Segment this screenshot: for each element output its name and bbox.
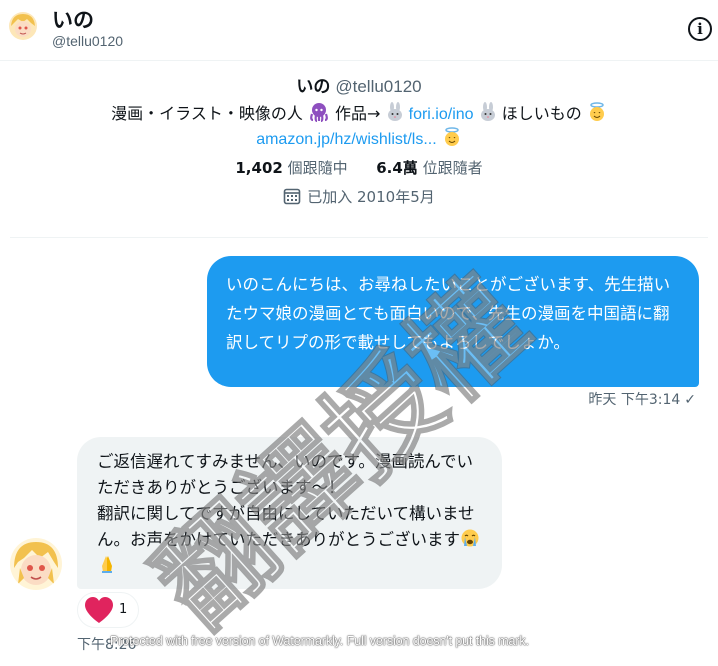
sent-time-text: 昨天 下午3:14 bbox=[588, 392, 681, 408]
calendar-icon bbox=[283, 188, 301, 205]
info-icon[interactable]: i bbox=[688, 17, 712, 41]
conversation-header: いの @tellu0120 i bbox=[0, 0, 718, 60]
angel-face-icon bbox=[444, 127, 459, 146]
profile-bio-line2: amazon.jp/hz/wishlist/ls... bbox=[0, 127, 718, 149]
profile-handle: @tellu0120 bbox=[335, 77, 422, 96]
read-check-icon: ✓ bbox=[684, 392, 696, 408]
sent-message-text: いのこんにちは、お尋ねしたいことがございます、先生描いたウマ娘の漫画とても面白い… bbox=[226, 275, 671, 352]
following-label: 個跟隨中 bbox=[287, 159, 348, 177]
reaction-badge[interactable]: 1 bbox=[77, 592, 139, 628]
joined-date: 已加入 2010年5月 bbox=[307, 188, 435, 206]
bio-text: 漫画・イラスト・映像の人 bbox=[111, 104, 303, 123]
bio-link-fori[interactable]: fori.io/ino bbox=[409, 106, 474, 123]
received-message-line2: 翻訳に関してですが自由にしていただいて構いません。お声をかけていただきありがとう… bbox=[97, 501, 487, 579]
loudly-crying-face-icon bbox=[461, 529, 479, 547]
reaction-count: 1 bbox=[119, 602, 128, 617]
divider bbox=[0, 60, 718, 61]
divider bbox=[10, 237, 708, 238]
received-message-text: 翻訳に関してですが自由にしていただいて構いません。お声をかけていただきありがとう… bbox=[97, 504, 475, 549]
folded-hands-icon bbox=[102, 556, 112, 573]
header-handle: @tellu0120 bbox=[52, 33, 124, 49]
sent-message-bubble[interactable]: いのこんにちは、お尋ねしたいことがございます、先生描いたウマ娘の漫画とても面白い… bbox=[207, 256, 699, 387]
following-count: 1,402 bbox=[235, 159, 283, 177]
followers-link[interactable]: 6.4萬 位跟隨者 bbox=[376, 159, 482, 177]
rabbit-icon bbox=[480, 102, 495, 121]
received-message-line1: ご返信遅れてすみません、いのです。漫画読んでいただきありがとうございます～！ bbox=[97, 452, 474, 497]
sent-message-time: 昨天 下午3:14 ✓ bbox=[588, 389, 696, 409]
profile-bio: 漫画・イラスト・映像の人 作品→ fori.io/ino ほしいもの bbox=[0, 100, 718, 124]
followers-count: 6.4萬 bbox=[376, 159, 418, 177]
bio-link-amazon[interactable]: amazon.jp/hz/wishlist/ls... bbox=[256, 131, 437, 148]
rabbit-icon bbox=[387, 102, 402, 121]
avatar[interactable] bbox=[10, 538, 62, 590]
heart-icon bbox=[85, 597, 113, 623]
received-message-bubble[interactable]: ご返信遅れてすみません、いのです。漫画読んでいただきありがとうございます～！ 翻… bbox=[77, 437, 502, 589]
avatar[interactable] bbox=[9, 12, 37, 40]
following-link[interactable]: 1,402 個跟隨中 bbox=[235, 159, 347, 177]
bio-wishlist-label: ほしいもの bbox=[501, 104, 582, 123]
octopus-icon bbox=[310, 103, 328, 122]
angel-face-icon bbox=[589, 102, 604, 121]
bio-works-label: 作品→ bbox=[335, 104, 381, 123]
profile-title: いの @tellu0120 bbox=[0, 72, 718, 97]
profile-joined: 已加入 2010年5月 bbox=[0, 186, 718, 207]
watermark-notice: Protected with free version of Watermark… bbox=[110, 634, 529, 648]
profile-name: いの bbox=[296, 77, 331, 97]
followers-label: 位跟隨者 bbox=[422, 159, 483, 177]
profile-stats: 1,402 個跟隨中 6.4萬 位跟隨者 bbox=[0, 157, 718, 178]
header-name: いの bbox=[52, 8, 94, 32]
